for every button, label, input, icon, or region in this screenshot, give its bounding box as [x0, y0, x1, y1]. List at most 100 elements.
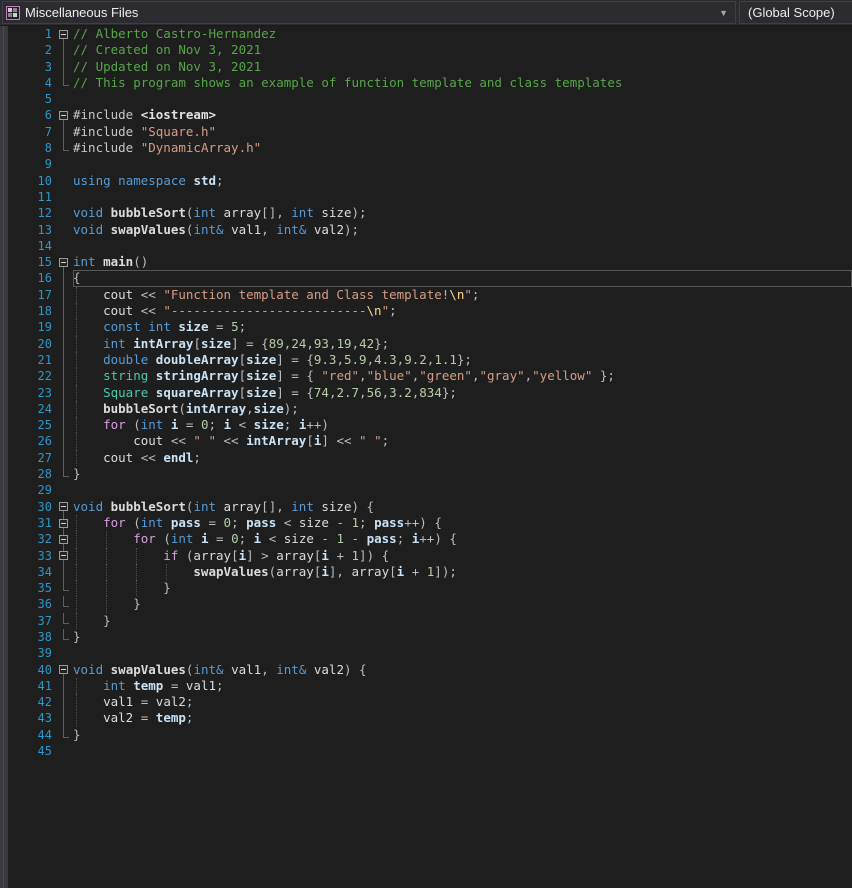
code-line[interactable]: 15 int main() [8, 254, 852, 271]
code-line[interactable]: 11 [8, 189, 852, 205]
fold-collapse-icon[interactable] [59, 111, 68, 121]
code-line[interactable]: 41 int temp = val1; [8, 677, 852, 695]
line-number[interactable]: 39 [8, 645, 52, 661]
line-number[interactable]: 30 [8, 499, 52, 515]
code-line[interactable]: 30 void bubbleSort(int array[], int size)… [8, 499, 852, 515]
line-number[interactable]: 17 [8, 287, 52, 303]
fold-collapse-icon[interactable] [59, 257, 68, 267]
line-number[interactable]: 14 [8, 238, 52, 254]
line-number[interactable]: 5 [8, 91, 52, 107]
line-number[interactable]: 9 [8, 156, 52, 172]
line-number[interactable]: 32 [8, 531, 52, 547]
code-line[interactable]: 10 using namespace std; [8, 173, 852, 189]
scrollbar[interactable] [0, 26, 8, 888]
code-line[interactable]: 38} [8, 628, 852, 645]
code-line[interactable]: 8 #include "DynamicArray.h" [8, 140, 852, 156]
line-number[interactable]: 45 [8, 743, 52, 759]
line-number[interactable]: 12 [8, 205, 52, 221]
code-line[interactable]: 25 for (int i = 0; i < size; i++) [8, 417, 852, 434]
line-number[interactable]: 8 [8, 140, 52, 156]
line-number[interactable]: 3 [8, 59, 52, 75]
code-line[interactable]: 45 [8, 743, 852, 759]
code-line[interactable]: 20 int intArray[size] = {89,24,93,19,42}… [8, 335, 852, 352]
code-line[interactable]: 36 } [8, 596, 852, 613]
line-number[interactable]: 42 [8, 694, 52, 710]
fold-collapse-icon[interactable] [59, 551, 68, 561]
code-line[interactable]: 9 [8, 156, 852, 172]
code-line[interactable]: 40 void swapValues(int& val1, int& val2) … [8, 662, 852, 678]
code-line[interactable]: 14 [8, 238, 852, 254]
code-line[interactable]: 17 cout << "Function template and Class … [8, 286, 852, 304]
code-line[interactable]: 2 // Created on Nov 3, 2021 [8, 42, 852, 59]
code-line[interactable]: 16 { [8, 270, 852, 287]
line-number[interactable]: 44 [8, 727, 52, 743]
line-number[interactable]: 25 [8, 417, 52, 433]
code-line[interactable]: 37 } [8, 612, 852, 629]
line-number[interactable]: 28 [8, 466, 52, 482]
line-number[interactable]: 19 [8, 319, 52, 335]
code-line[interactable]: 3 // Updated on Nov 3, 2021 [8, 58, 852, 75]
line-number[interactable]: 29 [8, 482, 52, 498]
code-line[interactable]: 33 if (array[i] > array[i + 1]) { [8, 547, 852, 564]
code-line[interactable]: 26 cout << " " << intArray[i] << " "; [8, 433, 852, 450]
line-number[interactable]: 38 [8, 629, 52, 645]
code-line[interactable]: 6 #include <iostream> [8, 107, 852, 124]
line-number[interactable]: 31 [8, 515, 52, 531]
fold-collapse-icon[interactable] [59, 534, 68, 544]
line-number[interactable]: 21 [8, 352, 52, 368]
code-line[interactable]: 22 string stringArray[size] = { "red","b… [8, 368, 852, 385]
code-line[interactable]: 5 [8, 91, 852, 107]
line-number[interactable]: 41 [8, 678, 52, 694]
scope-dropdown[interactable]: (Global Scope) [739, 1, 852, 24]
line-number[interactable]: 13 [8, 222, 52, 238]
fold-collapse-icon[interactable] [59, 29, 68, 39]
line-number[interactable]: 23 [8, 385, 52, 401]
fold-collapse-icon[interactable] [59, 665, 68, 675]
code-line[interactable]: 42 val1 = val2; [8, 694, 852, 711]
code-line[interactable]: 12 void bubbleSort(int array[], int size)… [8, 205, 852, 221]
line-number[interactable]: 11 [8, 189, 52, 205]
code-line[interactable]: 34 swapValues(array[i], array[i + 1]); [8, 563, 852, 581]
code-line[interactable]: 35 } [8, 580, 852, 597]
code-line[interactable]: 43 val2 = temp; [8, 710, 852, 727]
code-line[interactable]: 28} [8, 466, 852, 482]
line-number[interactable]: 37 [8, 613, 52, 629]
line-number[interactable]: 22 [8, 368, 52, 384]
project-dropdown[interactable]: Miscellaneous Files ▼ [2, 1, 736, 24]
line-number[interactable]: 16 [8, 270, 52, 286]
line-number[interactable]: 26 [8, 433, 52, 449]
code-line[interactable]: 23 Square squareArray[size] = {74,2.7,56… [8, 384, 852, 401]
line-number[interactable]: 24 [8, 401, 52, 417]
code-line[interactable]: 39 [8, 645, 852, 661]
fold-collapse-icon[interactable] [59, 518, 68, 528]
line-number[interactable]: 18 [8, 303, 52, 319]
code-line[interactable]: 27 cout << endl; [8, 449, 852, 467]
line-number[interactable]: 34 [8, 564, 52, 580]
line-number[interactable]: 35 [8, 580, 52, 596]
line-number[interactable]: 36 [8, 596, 52, 612]
code-line[interactable]: 7 #include "Square.h" [8, 123, 852, 141]
line-number[interactable]: 1 [8, 26, 52, 42]
line-number[interactable]: 15 [8, 254, 52, 270]
fold-collapse-icon[interactable] [59, 502, 68, 512]
code-line[interactable]: 44} [8, 726, 852, 743]
line-number[interactable]: 27 [8, 450, 52, 466]
code-line[interactable]: 1 // Alberto Castro-Hernandez [8, 26, 852, 43]
line-number[interactable]: 20 [8, 336, 52, 352]
line-number[interactable]: 4 [8, 75, 52, 91]
code-line[interactable]: 19 const int size = 5; [8, 319, 852, 336]
code-line[interactable]: 13 void swapValues(int& val1, int& val2); [8, 222, 852, 238]
line-number[interactable]: 33 [8, 548, 52, 564]
line-number[interactable]: 7 [8, 124, 52, 140]
code-line[interactable]: 18 cout << "--------------------------\n… [8, 303, 852, 320]
line-number[interactable]: 40 [8, 662, 52, 678]
code-line[interactable]: 29 [8, 482, 852, 498]
code-line[interactable]: 24 bubbleSort(intArray,size); [8, 400, 852, 418]
line-number[interactable]: 6 [8, 107, 52, 123]
line-number[interactable]: 43 [8, 710, 52, 726]
line-number[interactable]: 10 [8, 173, 52, 189]
code-line[interactable]: 4 // This program shows an example of fun… [8, 74, 852, 91]
code-line[interactable]: 32 for (int i = 0; i < size - 1 - pass; … [8, 531, 852, 548]
line-number[interactable]: 2 [8, 42, 52, 58]
code-line[interactable]: 31 for (int pass = 0; pass < size - 1; p… [8, 514, 852, 532]
